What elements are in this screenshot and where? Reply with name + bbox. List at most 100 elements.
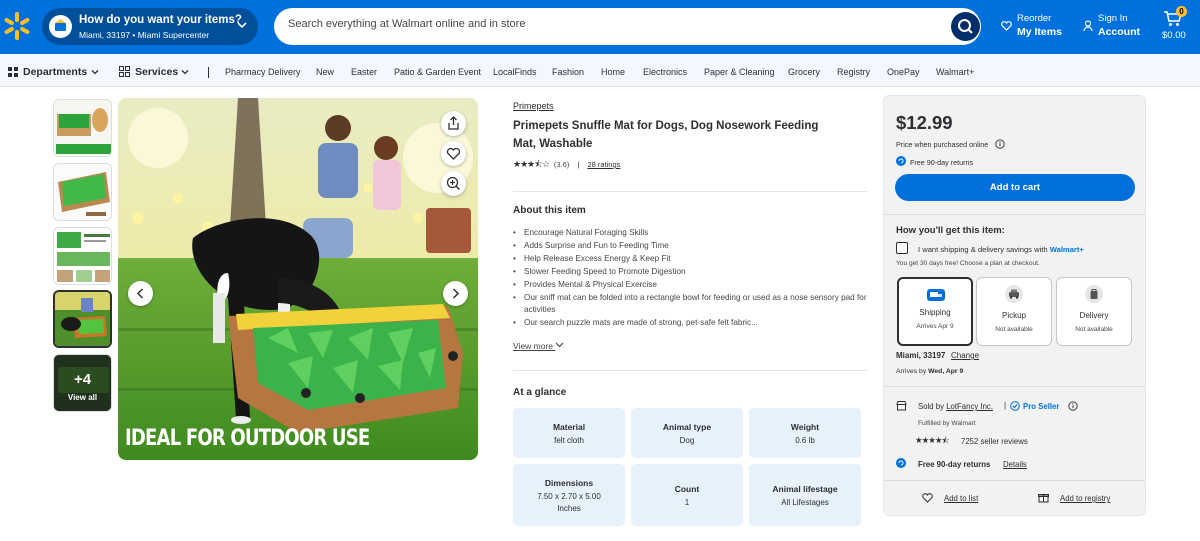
returns-icon (896, 458, 906, 468)
nav-item-localfinds[interactable]: LocalFinds (493, 67, 537, 77)
pickup-option[interactable]: Pickup Not available (976, 277, 1052, 346)
add-to-registry-link[interactable]: Add to registry (1060, 494, 1110, 503)
brand-link[interactable]: Primepets (513, 101, 554, 111)
nav-item-fashion[interactable]: Fashion (552, 67, 584, 77)
global-header: How do you want your items? Miami, 33197… (0, 0, 1200, 54)
walmart-spark-logo[interactable] (2, 10, 32, 42)
nav-item-home[interactable]: Home (601, 67, 625, 77)
cart-total: $0.00 (1162, 30, 1186, 41)
glance-value: 1 (684, 498, 690, 507)
product-title: Primepets Snuffle Mat for Dogs, Dog Nose… (513, 120, 819, 150)
thumbnail-3[interactable] (53, 227, 112, 285)
fulfilled-by: Fulfilled by Walmart (918, 420, 976, 427)
feature-bullet: Encourage Natural Foraging Skills (513, 227, 867, 240)
thumbnail-1[interactable] (53, 99, 112, 157)
previous-image-button[interactable] (128, 281, 153, 306)
delivery-location: Miami, 33197 (896, 351, 946, 360)
reorder-label: Reorder (1017, 13, 1052, 24)
reorder-link[interactable]: Reorder My Items (999, 13, 1062, 43)
nav-item-new[interactable]: New (316, 67, 334, 77)
fulfillment-location-selector[interactable]: How do you want your items? Miami, 33197… (42, 8, 258, 45)
trial-note: You get 30 days free! Choose a plan at c… (896, 260, 1040, 267)
person-icon (1083, 20, 1093, 32)
thumbnail-image (54, 164, 111, 220)
secondary-nav: Departments Services Pharmacy Delivery N… (0, 54, 1200, 87)
thumbnail-2[interactable] (53, 163, 112, 221)
walmart-plus-brand: Walmart+ (1049, 245, 1084, 254)
info-icon[interactable] (1068, 401, 1078, 411)
arrives-date: Wed, Apr 9 (928, 368, 964, 375)
glance-label: Animal type (662, 422, 712, 432)
nav-item-registry[interactable]: Registry (837, 67, 870, 77)
feature-bullet: Our sniff mat can be folded into a recta… (513, 292, 867, 318)
arrival-estimate: Arrives by Wed, Apr 9 (896, 368, 963, 375)
services-menu[interactable]: Services (135, 66, 178, 78)
departments-menu[interactable]: Departments (23, 66, 87, 78)
main-product-image[interactable]: IDEAL FOR OUTDOOR USE (118, 98, 478, 460)
chevron-left-icon (136, 288, 144, 299)
glance-label: Material (552, 422, 586, 432)
glance-value: All Lifestages (781, 498, 829, 507)
shipping-label: Shipping (919, 308, 951, 317)
walmart-plus-checkbox[interactable] (896, 242, 908, 254)
nav-item-patio-garden[interactable]: Patio & Garden Event (394, 67, 481, 77)
seller-star-rating: ★★★★⯪ (915, 435, 950, 445)
change-location-link[interactable]: Change (951, 351, 979, 360)
thumbnail-image (54, 228, 111, 284)
store-pin-icon (49, 15, 72, 38)
seller-divider: | (1004, 401, 1007, 410)
glance-value: 7.50 x 2.70 x 5.00 Inches (537, 492, 601, 513)
feature-bullet: Adds Surprise and Fun to Feeding Time (513, 240, 867, 253)
nav-item-paper-cleaning[interactable]: Paper & Cleaning (704, 67, 775, 77)
feature-bullet: Our search puzzle mats are made of stron… (513, 317, 867, 330)
divider (513, 370, 867, 371)
search-icon (958, 19, 973, 34)
shipping-option[interactable]: Shipping Arrives Apr 9 (897, 277, 973, 346)
seller-link[interactable]: LotFancy Inc. (946, 402, 993, 411)
verified-badge-icon (1010, 401, 1020, 411)
nav-item-pharmacy-delivery[interactable]: Pharmacy Delivery (225, 67, 301, 77)
add-to-cart-button[interactable]: Add to cart (895, 174, 1135, 201)
services-grid-icon (119, 66, 130, 77)
returns-details-link[interactable]: Details (1003, 460, 1027, 469)
glance-card-dimensions: Dimensions 7.50 x 2.70 x 5.00 Inches (513, 464, 625, 526)
zoom-button[interactable] (441, 171, 466, 196)
nav-item-walmart-plus[interactable]: Walmart+ (936, 67, 974, 77)
divider (884, 214, 1145, 215)
thumbnail-4-selected[interactable] (53, 290, 112, 348)
location-question: How do you want your items? (79, 14, 242, 26)
sign-in-label: Sign In (1098, 13, 1128, 24)
glance-card-animal-lifestage: Animal lifestage All Lifestages (749, 464, 861, 526)
search-bar (274, 8, 981, 45)
shipping-status: Arrives Apr 9 (916, 323, 954, 330)
feature-list: Encourage Natural Foraging Skills Adds S… (513, 227, 867, 330)
nav-item-onepay[interactable]: OnePay (887, 67, 920, 77)
search-button[interactable] (951, 12, 980, 41)
ratings-count-link[interactable]: 28 ratings (587, 160, 620, 169)
free-returns-label: Free 90-day returns (918, 460, 991, 469)
nav-item-easter[interactable]: Easter (351, 67, 377, 77)
my-items-label: My Items (1017, 26, 1062, 38)
nav-item-electronics[interactable]: Electronics (643, 67, 687, 77)
account-label: Account (1098, 26, 1140, 38)
next-image-button[interactable] (443, 281, 468, 306)
view-all-thumbnails[interactable]: +4 View all (53, 354, 112, 412)
more-images-count: +4 (73, 371, 92, 388)
delivery-option[interactable]: Delivery Not available (1056, 277, 1132, 346)
info-icon[interactable] (995, 139, 1005, 149)
sold-by-prefix: Sold by (918, 402, 945, 411)
chevron-down-icon (237, 22, 247, 29)
nav-item-grocery[interactable]: Grocery (788, 67, 820, 77)
share-button[interactable] (441, 111, 466, 136)
pickup-status: Not available (995, 326, 1033, 333)
share-icon (448, 116, 459, 130)
location-subtitle: Miami, 33197 • Miami Supercenter (79, 30, 210, 40)
view-more-link[interactable]: View more (513, 341, 564, 351)
search-input[interactable] (288, 18, 928, 30)
favorite-button[interactable] (441, 141, 466, 166)
rating-value: (3.6) (553, 160, 570, 169)
glance-card-weight: Weight 0.6 lb (749, 408, 861, 458)
sign-in-link[interactable]: Sign In Account (1081, 13, 1143, 43)
walmart-plus-offer: I want shipping & delivery savings with … (918, 245, 1084, 254)
add-to-list-link[interactable]: Add to list (944, 494, 978, 503)
